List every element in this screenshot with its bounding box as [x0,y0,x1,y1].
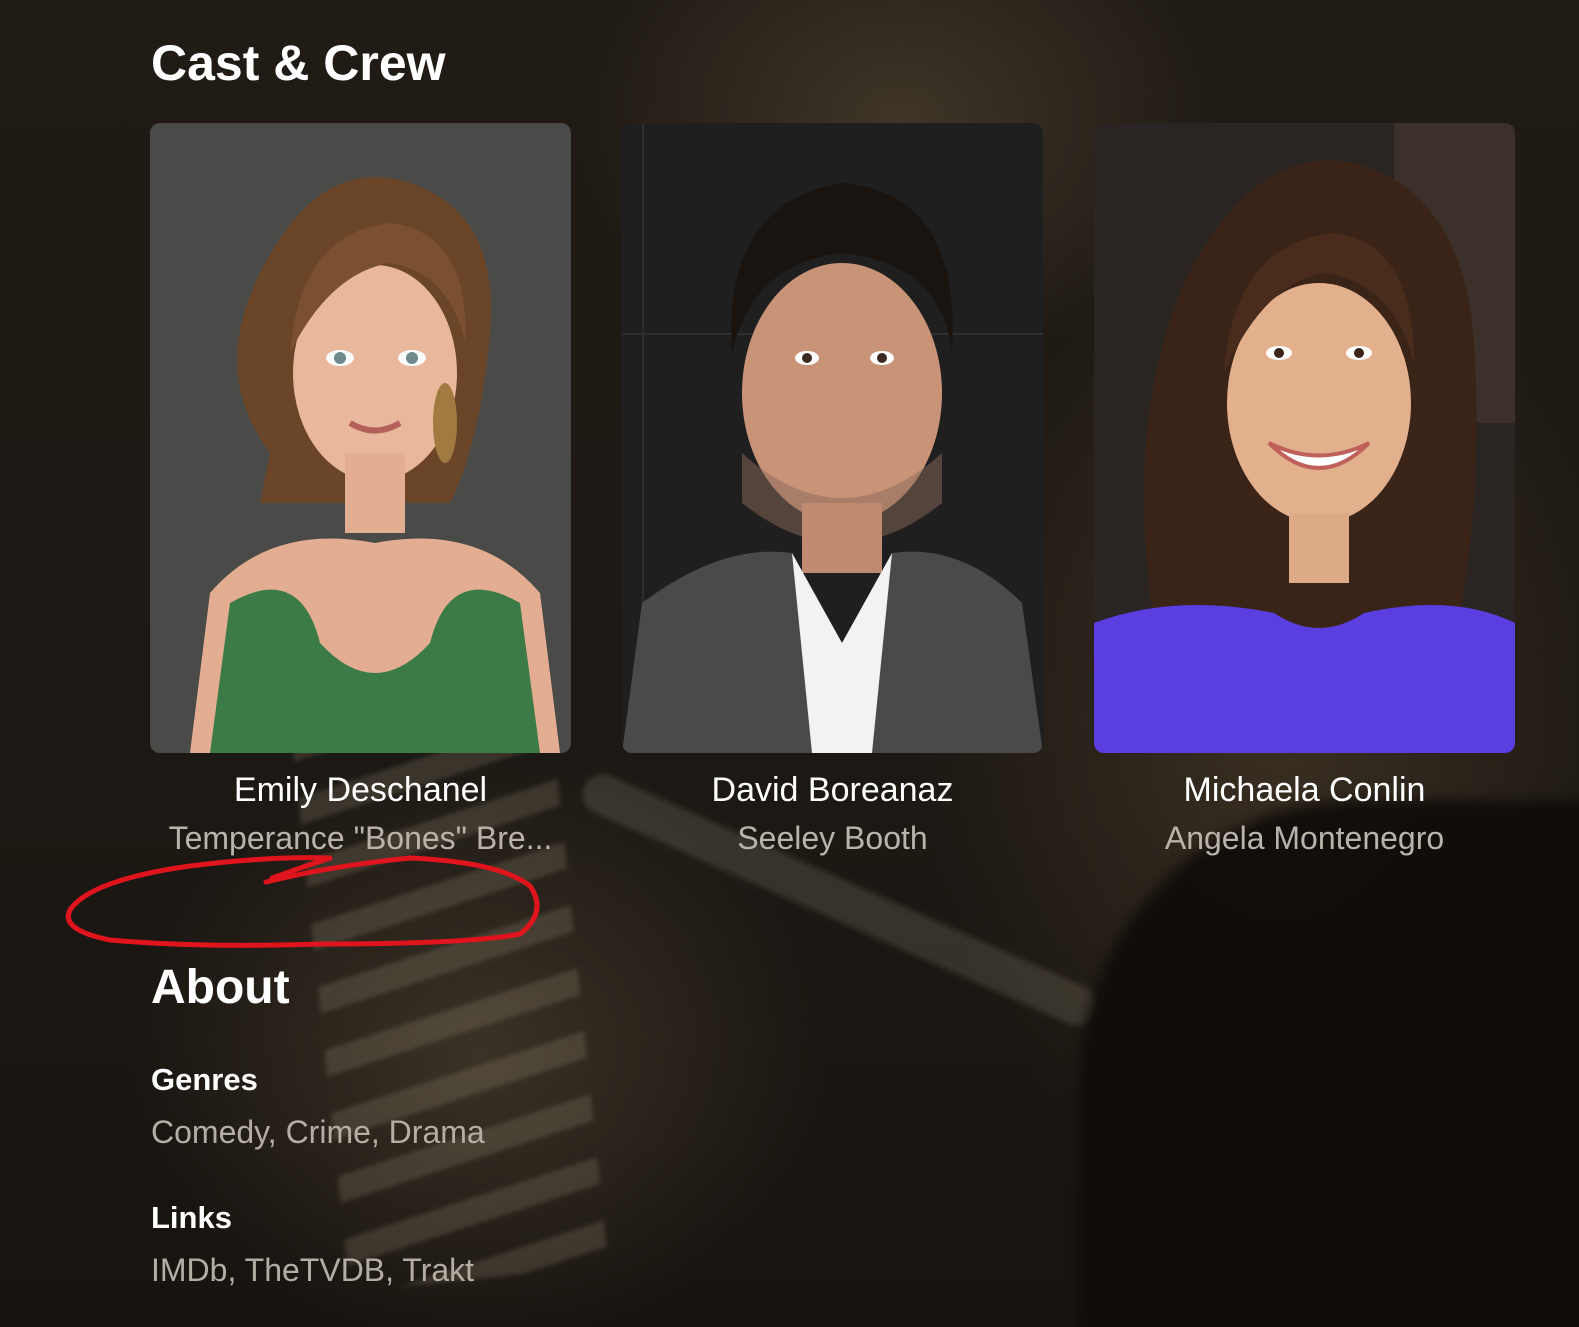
cast-role: Angela Montenegro [1164,820,1445,856]
cast-name[interactable]: Michaela Conlin [1094,771,1515,810]
about-heading: About [151,961,290,1014]
cast-photo[interactable] [150,123,571,753]
genres-block: Genres Comedy, Crime, Drama [151,1062,485,1151]
cast-photo[interactable] [1094,123,1515,753]
cast-name[interactable]: Emily Deschanel [150,771,571,810]
genre-item[interactable]: Comedy [151,1114,268,1150]
links-label: Links [151,1200,232,1235]
genres-list: Comedy, Crime, Drama [151,1114,485,1150]
cast-name[interactable]: David Boreanaz [622,771,1043,810]
thetvdb-link[interactable]: TheTVDB [245,1252,385,1288]
backdrop-shoulder-shape [1080,800,1579,1327]
cast-role: Seeley Booth [737,820,928,856]
genre-item[interactable]: Crime [286,1114,371,1150]
imdb-link[interactable]: IMDb [151,1252,227,1288]
portrait-michaela [1094,123,1515,753]
cast-role: Temperance "Bones" Bre... [168,820,553,856]
cast-card[interactable]: Michaela Conlin Angela Montenegro [1094,123,1515,857]
cast-card[interactable]: Emily Deschanel Temperance "Bones" Bre..… [150,123,571,857]
cast-crew-heading: Cast & Crew [151,35,446,91]
portrait-emily [150,123,571,753]
genres-label: Genres [151,1062,258,1097]
trakt-link[interactable]: Trakt [402,1252,474,1288]
links-block: Links IMDb, TheTVDB, Trakt [151,1200,474,1289]
cast-card[interactable]: David Boreanaz Seeley Booth [622,123,1043,857]
portrait-david [622,123,1043,753]
genre-item[interactable]: Drama [389,1114,485,1150]
links-list: IMDb, TheTVDB, Trakt [151,1252,475,1288]
cast-photo[interactable] [622,123,1043,753]
